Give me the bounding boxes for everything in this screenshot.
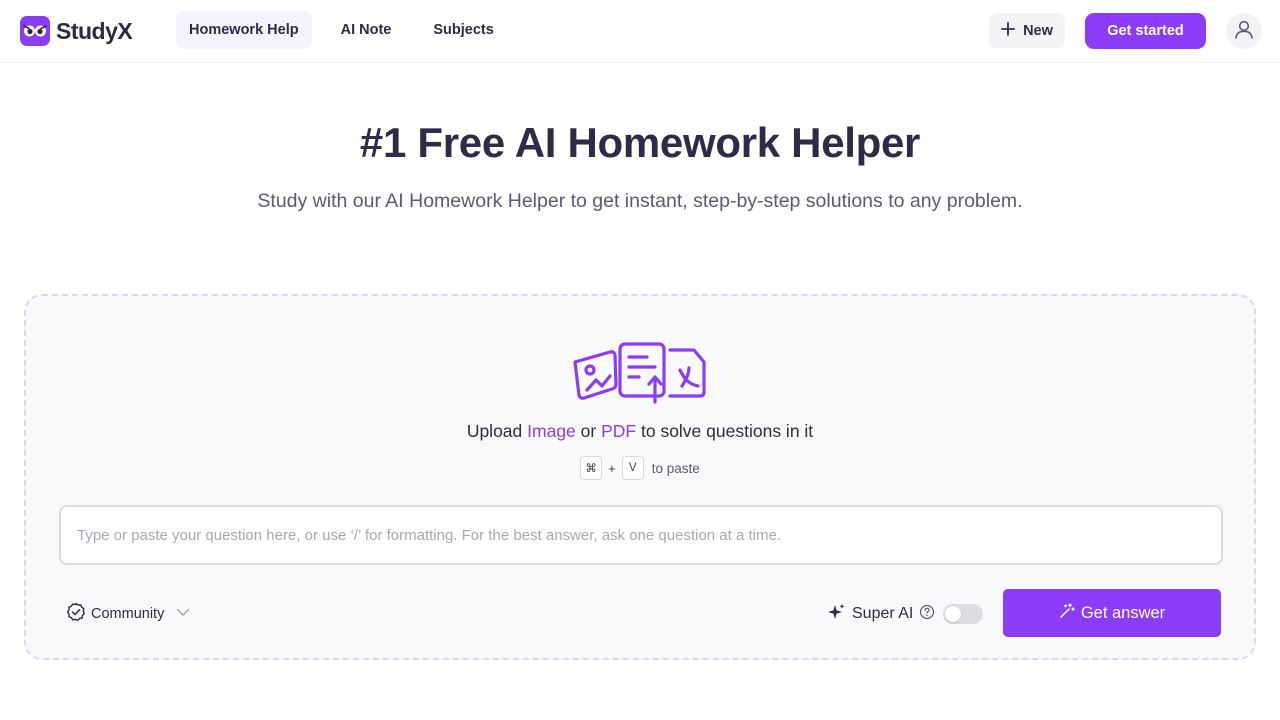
new-button[interactable]: New bbox=[989, 13, 1065, 48]
nav-ai-note[interactable]: AI Note bbox=[328, 11, 405, 49]
command-key: ⌘ bbox=[580, 456, 603, 480]
user-avatar-button[interactable] bbox=[1226, 13, 1262, 49]
page-title: #1 Free AI Homework Helper bbox=[359, 119, 921, 166]
paste-label: to paste bbox=[651, 460, 700, 476]
upload-image-link[interactable]: Image bbox=[527, 421, 576, 441]
chevron-down-icon bbox=[175, 604, 191, 624]
owl-eyes-icon bbox=[20, 16, 50, 46]
get-answer-label: Get answer bbox=[1080, 603, 1166, 622]
paste-shortcut-hint: ⌘ + V to paste bbox=[26, 456, 1254, 480]
community-label: Community bbox=[91, 606, 165, 622]
new-button-label: New bbox=[1023, 22, 1053, 39]
super-ai-label: Super AI bbox=[852, 605, 914, 622]
get-started-button[interactable]: Get started bbox=[1085, 13, 1206, 49]
question-input[interactable] bbox=[59, 505, 1223, 565]
plus-icon bbox=[1001, 21, 1015, 40]
v-key: V bbox=[621, 456, 644, 480]
top-header: StudyX Homework Help AI Note Subjects Ne… bbox=[0, 0, 1280, 63]
question-card[interactable]: Upload Image or PDF to solve questions i… bbox=[24, 294, 1256, 660]
toggle-knob bbox=[945, 606, 962, 622]
super-ai-toggle[interactable] bbox=[943, 604, 984, 624]
upload-pdf-link[interactable]: PDF bbox=[601, 421, 636, 441]
community-dropdown[interactable]: Community bbox=[66, 602, 191, 626]
question-circle-icon[interactable] bbox=[919, 604, 935, 625]
logo-text: StudyX bbox=[56, 17, 133, 44]
super-ai-control: Super AI bbox=[826, 601, 984, 627]
user-icon bbox=[1233, 18, 1255, 45]
upload-prefix: Upload bbox=[466, 421, 523, 441]
upload-or: or bbox=[580, 421, 597, 441]
upload-files-icon[interactable] bbox=[572, 340, 708, 411]
magic-wand-icon bbox=[1059, 602, 1075, 624]
studyx-logo[interactable]: StudyX bbox=[20, 16, 133, 46]
check-badge-icon bbox=[66, 602, 86, 626]
shortcut-plus: + bbox=[608, 460, 616, 476]
upload-instructions: Upload Image or PDF to solve questions i… bbox=[26, 421, 1254, 442]
get-answer-button[interactable]: Get answer bbox=[1003, 589, 1221, 637]
page-subtitle: Study with our AI Homework Helper to get… bbox=[257, 190, 1023, 212]
nav-homework-help[interactable]: Homework Help bbox=[176, 11, 312, 49]
main-nav: Homework Help AI Note Subjects bbox=[176, 11, 507, 49]
nav-subjects[interactable]: Subjects bbox=[420, 11, 506, 49]
upload-suffix: to solve questions in it bbox=[640, 421, 814, 441]
sparkle-icon bbox=[826, 602, 846, 627]
